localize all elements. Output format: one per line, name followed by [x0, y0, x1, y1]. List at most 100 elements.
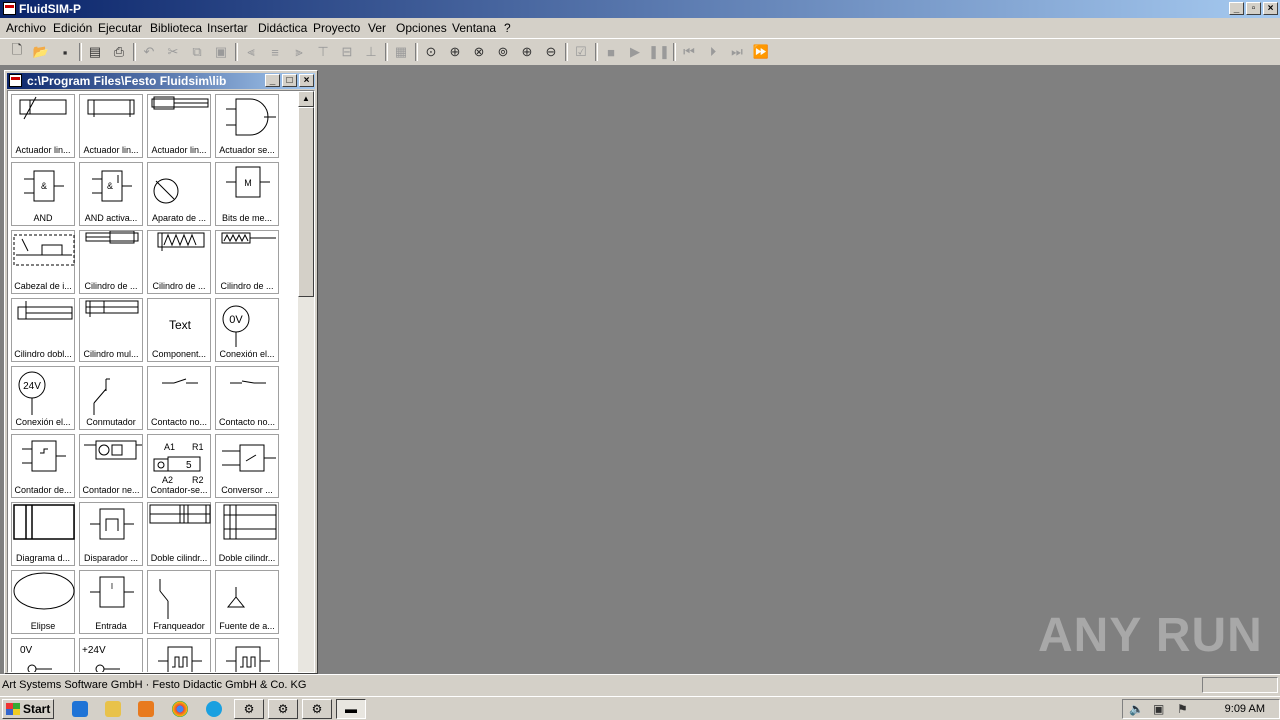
library-item[interactable]: & AND — [11, 162, 75, 226]
taskbar-fluidsim-2[interactable]: ⚙ — [268, 699, 298, 719]
clock[interactable]: 9:09 AM — [1225, 703, 1265, 715]
library-item[interactable] — [215, 638, 279, 672]
library-scrollbar[interactable]: ▲ — [298, 91, 314, 672]
close-button[interactable]: × — [1263, 2, 1278, 15]
preview-icon[interactable]: ▤ — [86, 43, 104, 61]
play-icon[interactable]: ▶ — [626, 43, 644, 61]
taskbar-festo-active[interactable]: ▬ — [336, 699, 366, 719]
step-forward-icon[interactable]: ⏭ — [728, 43, 746, 61]
library-title-bar[interactable]: c:\Program Files\Festo Fluidsim\lib _ □ … — [7, 73, 315, 89]
align-left-icon[interactable]: ⫷ — [242, 43, 260, 61]
copy-icon[interactable]: ⧉ — [188, 43, 206, 61]
library-item[interactable]: Fuente de a... — [215, 570, 279, 634]
minimize-button[interactable]: _ — [1229, 2, 1244, 15]
align-middle-icon[interactable]: ⊟ — [338, 43, 356, 61]
menu-insertar[interactable]: Insertar — [207, 21, 248, 35]
volume-icon[interactable]: 🔈 — [1129, 702, 1144, 716]
library-item[interactable]: Elipse — [11, 570, 75, 634]
align-right-icon[interactable]: ⫸ — [290, 43, 308, 61]
library-item[interactable]: Cilindro dobl... — [11, 298, 75, 362]
zoom-fit-icon[interactable]: ⊗ — [470, 43, 488, 61]
library-item[interactable]: Franqueador — [147, 570, 211, 634]
taskbar-fluidsim-1[interactable]: ⚙ — [234, 699, 264, 719]
zoom-in-icon[interactable]: ⊕ — [518, 43, 536, 61]
fast-forward-icon[interactable]: ⏩ — [752, 43, 770, 61]
menu-edicion[interactable]: Edición — [53, 21, 92, 35]
zoom-prev-icon[interactable]: ⊚ — [494, 43, 512, 61]
library-item[interactable]: Contacto no... — [147, 366, 211, 430]
library-close-button[interactable]: × — [299, 74, 314, 87]
menu-proyecto[interactable]: Proyecto — [313, 21, 360, 35]
library-item[interactable]: Contacto no... — [215, 366, 279, 430]
scroll-up-arrow-icon[interactable]: ▲ — [298, 91, 314, 107]
menu-help[interactable]: ? — [504, 21, 511, 35]
start-button[interactable]: Start — [2, 699, 54, 719]
library-item[interactable]: Cabezal de i... — [11, 230, 75, 294]
library-item[interactable]: Cilindro de ... — [147, 230, 211, 294]
pause-icon[interactable]: ❚❚ — [648, 43, 670, 61]
reset-icon[interactable]: ⏮ — [680, 43, 698, 61]
library-item[interactable]: & AND activa... — [79, 162, 143, 226]
library-maximize-button[interactable]: □ — [282, 74, 297, 87]
check-icon[interactable]: ☑ — [572, 43, 590, 61]
menu-biblioteca[interactable]: Biblioteca — [150, 21, 202, 35]
library-item[interactable]: Cilindro de ... — [79, 230, 143, 294]
library-item[interactable]: A1 R1 A2 R2 5 Contador-se... — [147, 434, 211, 498]
edge-icon[interactable] — [206, 701, 222, 717]
library-item[interactable]: Cilindro de ... — [215, 230, 279, 294]
menu-ventana[interactable]: Ventana — [452, 21, 496, 35]
library-item[interactable]: Disparador ... — [79, 502, 143, 566]
library-item[interactable]: Actuador lin... — [11, 94, 75, 158]
library-item[interactable]: Doble cilindr... — [147, 502, 211, 566]
network-icon[interactable]: ▣ — [1153, 702, 1164, 716]
cut-icon[interactable]: ✂ — [164, 43, 182, 61]
chrome-icon[interactable] — [172, 701, 188, 717]
new-file-icon[interactable]: 🗋 — [8, 42, 26, 61]
restore-button[interactable]: ▫ — [1246, 2, 1261, 15]
action-center-flag-icon[interactable]: ⚑ — [1177, 702, 1188, 716]
zoom-out-icon[interactable]: ⊖ — [542, 43, 560, 61]
library-item[interactable]: Contador ne... — [79, 434, 143, 498]
library-item[interactable]: 0V — [11, 638, 75, 672]
library-item[interactable]: Diagrama d... — [11, 502, 75, 566]
library-item[interactable]: 24V Conexión el... — [11, 366, 75, 430]
scroll-thumb[interactable] — [298, 107, 314, 297]
zoom-100-icon[interactable]: ⊙ — [422, 43, 440, 61]
stop-icon[interactable]: ■ — [602, 43, 620, 61]
library-item[interactable]: Aparato de ... — [147, 162, 211, 226]
library-item[interactable]: Text Component... — [147, 298, 211, 362]
menu-opciones[interactable]: Opciones — [396, 21, 447, 35]
menu-ver[interactable]: Ver — [368, 21, 386, 35]
menu-archivo[interactable]: Archivo — [6, 21, 46, 35]
library-window-icon[interactable] — [9, 74, 22, 87]
align-bottom-icon[interactable]: ⊥ — [362, 43, 380, 61]
library-item[interactable]: Actuador se... — [215, 94, 279, 158]
library-item[interactable]: Contador de... — [11, 434, 75, 498]
library-item[interactable]: Conversor ... — [215, 434, 279, 498]
menu-didactica[interactable]: Didáctica — [258, 21, 307, 35]
library-item[interactable]: Actuador lin... — [147, 94, 211, 158]
undo-icon[interactable]: ↶ — [140, 43, 158, 61]
print-icon[interactable]: ⎙ — [110, 43, 128, 61]
media-player-icon[interactable] — [138, 701, 154, 717]
ie-icon[interactable] — [72, 701, 88, 717]
library-item[interactable]: Doble cilindr... — [215, 502, 279, 566]
explorer-icon[interactable] — [105, 701, 121, 717]
library-item[interactable]: Actuador lin... — [79, 94, 143, 158]
library-item[interactable]: I Entrada — [79, 570, 143, 634]
library-item[interactable]: +24V — [79, 638, 143, 672]
save-icon[interactable]: ▪ — [56, 43, 74, 61]
library-item[interactable]: M Bits de me... — [215, 162, 279, 226]
fluidsim-app-icon[interactable] — [3, 2, 16, 15]
step-icon[interactable]: ⏵ — [704, 43, 722, 61]
library-item[interactable] — [147, 638, 211, 672]
menu-ejecutar[interactable]: Ejecutar — [98, 21, 142, 35]
library-item[interactable]: Conmutador — [79, 366, 143, 430]
taskbar-fluidsim-3[interactable]: ⚙ — [302, 699, 332, 719]
zoom-window-icon[interactable]: ⊕ — [446, 43, 464, 61]
open-folder-icon[interactable]: 📂 — [32, 43, 50, 61]
align-top-icon[interactable]: ⊤ — [314, 43, 332, 61]
paste-icon[interactable]: ▣ — [212, 43, 230, 61]
grid-icon[interactable]: ▦ — [392, 43, 410, 61]
library-item[interactable]: Cilindro mul... — [79, 298, 143, 362]
